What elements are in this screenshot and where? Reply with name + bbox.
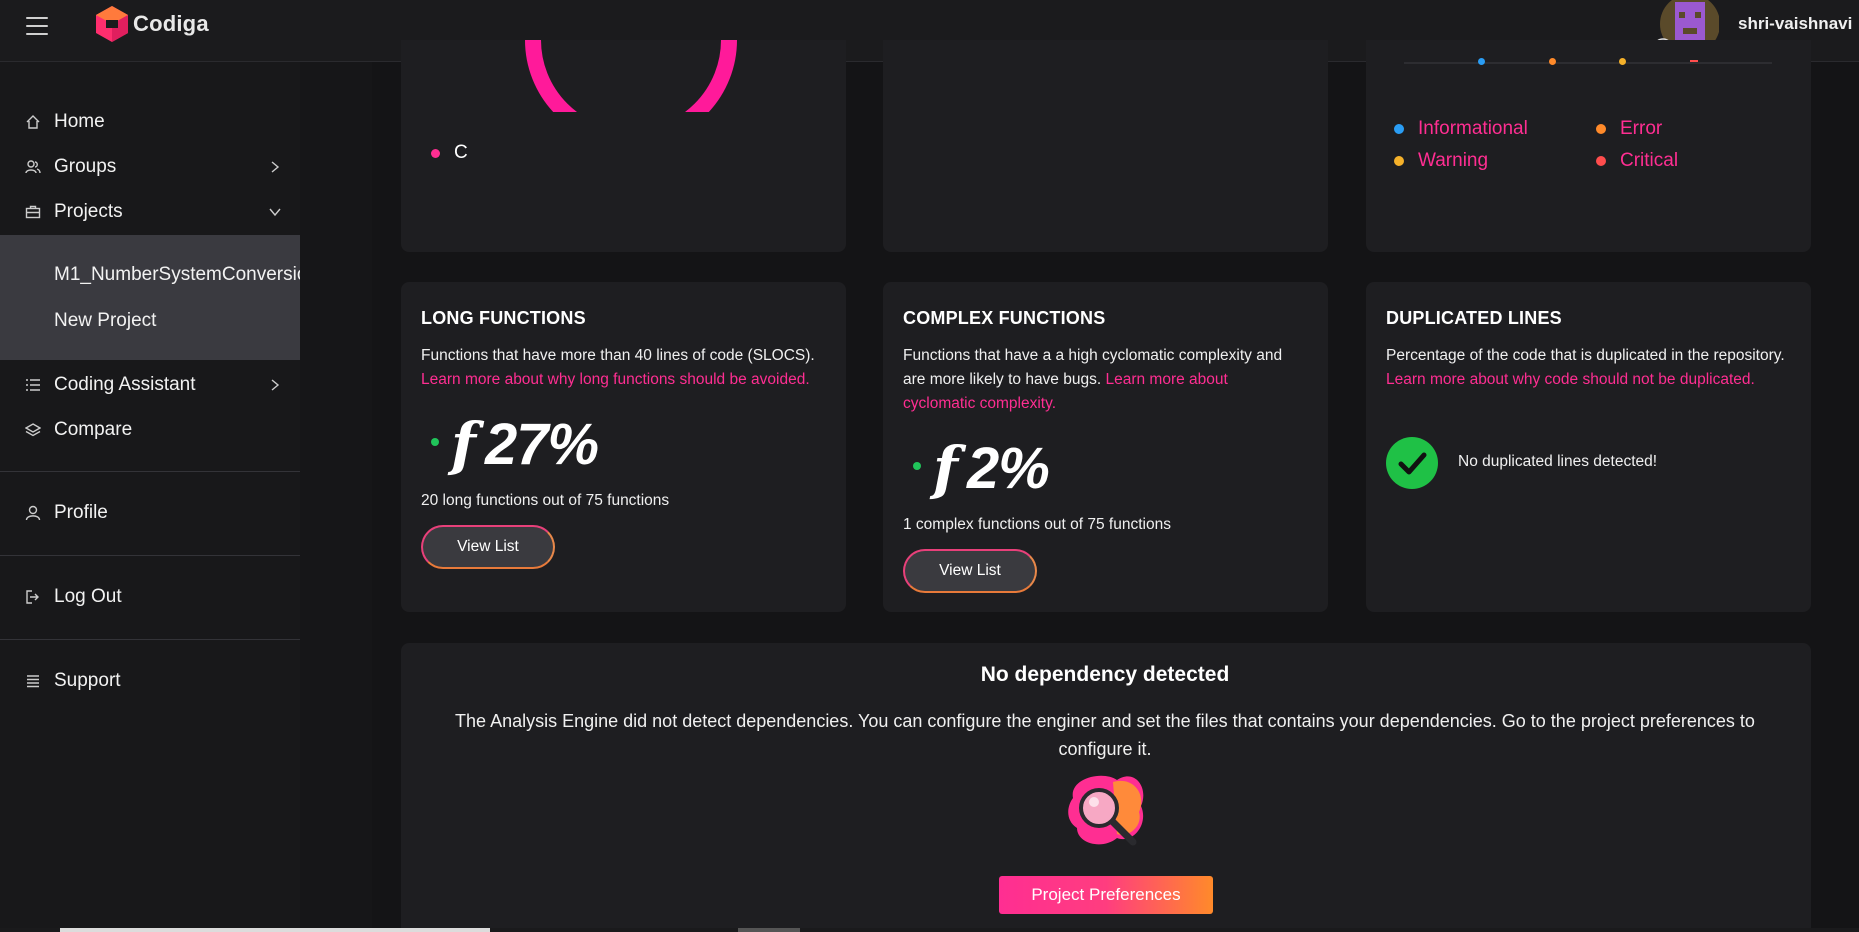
project-item[interactable]: M1_NumberSystemConversion bbox=[54, 264, 300, 286]
view-list-button[interactable]: View List bbox=[903, 549, 1037, 593]
check-circle-icon bbox=[1386, 437, 1438, 489]
sidebar-item-projects[interactable]: Projects bbox=[0, 193, 300, 231]
legend-dot bbox=[431, 148, 440, 158]
duplicated-lines-card: DUPLICATED LINES Percentage of the code … bbox=[1366, 282, 1811, 612]
sidebar-item-profile[interactable]: Profile bbox=[0, 494, 300, 532]
legend-label: Warning bbox=[1418, 150, 1489, 171]
legend-dot bbox=[1394, 124, 1404, 134]
dependencies-description: The Analysis Engine did not detect depen… bbox=[455, 711, 1755, 759]
function-symbol: f bbox=[933, 434, 958, 502]
card-title: LONG FUNCTIONS bbox=[421, 308, 586, 328]
status-dot bbox=[913, 462, 921, 470]
chevron-right-icon bbox=[271, 161, 280, 173]
support-icon bbox=[24, 672, 42, 690]
new-project-item[interactable]: New Project bbox=[54, 310, 300, 332]
magnifier-illustration-icon bbox=[1068, 775, 1144, 846]
legend-warning: Warning bbox=[1394, 150, 1488, 172]
language-legend-item: C bbox=[431, 142, 468, 164]
brand-name: Codiga bbox=[133, 11, 209, 36]
view-list-button[interactable]: View List bbox=[421, 525, 555, 569]
dependencies-title: No dependency detected bbox=[980, 663, 1230, 686]
legend-dot bbox=[1596, 156, 1606, 166]
legend-dot bbox=[1596, 124, 1606, 134]
username[interactable]: shri-vaishnavi bbox=[1738, 14, 1852, 34]
sidebar-item-label: Profile bbox=[54, 502, 108, 523]
sidebar-item-label: Support bbox=[54, 670, 121, 691]
complex-functions-card: COMPLEX FUNCTIONS Functions that have a … bbox=[883, 282, 1328, 612]
violations-card: Informational Error Warning Critical bbox=[1366, 40, 1811, 252]
card-title: DUPLICATED LINES bbox=[1386, 308, 1562, 328]
sidebar-item-label: Log Out bbox=[54, 586, 122, 607]
card-description: Percentage of the code that is duplicate… bbox=[1386, 344, 1786, 392]
long-functions-card: LONG FUNCTIONS Functions that have more … bbox=[401, 282, 846, 612]
logo[interactable]: Codiga bbox=[94, 4, 209, 44]
project-preferences-button[interactable]: Project Preferences bbox=[999, 876, 1213, 914]
list-icon bbox=[24, 376, 42, 394]
function-count: 20 long functions out of 75 functions bbox=[421, 492, 670, 509]
sidebar-item-groups[interactable]: Groups bbox=[0, 148, 300, 186]
scrollbar-thumb-secondary[interactable] bbox=[738, 928, 800, 932]
dependencies-card: No dependency detected The Analysis Engi… bbox=[401, 643, 1811, 928]
long-functions-metric: f 27% bbox=[451, 410, 599, 478]
sidebar-item-logout[interactable]: Log Out bbox=[0, 578, 300, 616]
codiga-logo-icon bbox=[96, 6, 128, 42]
function-symbol: f bbox=[451, 410, 476, 478]
chart-mark bbox=[1690, 60, 1698, 62]
languages-card: C bbox=[401, 40, 846, 252]
chart-axis bbox=[1404, 62, 1772, 64]
sidebar-item-label: Projects bbox=[54, 201, 123, 222]
sidebar-item-label: Coding Assistant bbox=[54, 374, 196, 395]
card-description: Functions that have more than 40 lines o… bbox=[421, 344, 831, 392]
function-count: 1 complex functions out of 75 functions bbox=[903, 516, 1171, 533]
sidebar-item-label: Groups bbox=[54, 156, 117, 177]
legend-label: Critical bbox=[1620, 150, 1679, 171]
complex-functions-metric: f 2% bbox=[933, 434, 1050, 502]
scrollbar-thumb[interactable] bbox=[60, 928, 490, 932]
duplication-status: No duplicated lines detected! bbox=[1458, 453, 1658, 470]
sidebar-item-label: Compare bbox=[54, 419, 133, 440]
divider bbox=[0, 639, 300, 640]
logout-icon bbox=[24, 588, 42, 606]
content-gutter bbox=[300, 62, 372, 932]
user-icon bbox=[24, 504, 42, 522]
legend-label: Informational bbox=[1418, 118, 1528, 139]
middle-top-card bbox=[883, 40, 1328, 252]
legend-label: C bbox=[454, 142, 468, 163]
sidebar-item-compare[interactable]: Compare bbox=[0, 411, 300, 449]
card-description: Functions that have a a high cyclomatic … bbox=[903, 344, 1303, 416]
chevron-down-icon bbox=[269, 208, 281, 217]
chart-mark bbox=[1619, 58, 1626, 65]
chevron-right-icon bbox=[271, 379, 280, 391]
learn-more-link[interactable]: Learn more about why long functions shou… bbox=[421, 371, 810, 388]
briefcase-icon bbox=[24, 203, 42, 221]
menu-icon[interactable] bbox=[26, 17, 48, 35]
status-dot bbox=[431, 438, 439, 446]
chart-mark bbox=[1478, 58, 1485, 65]
metric-value: 27% bbox=[484, 412, 599, 477]
legend-error: Error bbox=[1596, 118, 1662, 140]
sidebar-item-home[interactable]: Home bbox=[0, 103, 300, 141]
legend-informational: Informational bbox=[1394, 118, 1528, 140]
sidebar-item-coding-assistant[interactable]: Coding Assistant bbox=[0, 366, 300, 404]
metric-value: 2% bbox=[966, 436, 1050, 501]
sidebar: Home Groups Projects M1_NumberSystemConv… bbox=[0, 62, 300, 932]
card-title: COMPLEX FUNCTIONS bbox=[903, 308, 1106, 328]
learn-more-link[interactable]: Learn more about why code should not be … bbox=[1386, 371, 1755, 388]
languages-donut-chart bbox=[525, 40, 737, 112]
legend-critical: Critical bbox=[1596, 150, 1678, 172]
sidebar-item-support[interactable]: Support bbox=[0, 662, 300, 700]
projects-submenu bbox=[0, 235, 300, 360]
chart-mark bbox=[1549, 58, 1556, 65]
description-text: Percentage of the code that is duplicate… bbox=[1386, 347, 1785, 364]
sidebar-item-label: Home bbox=[54, 111, 105, 132]
home-icon bbox=[24, 113, 42, 131]
divider bbox=[0, 555, 300, 556]
layers-icon bbox=[24, 421, 42, 439]
description-text: Functions that have more than 40 lines o… bbox=[421, 347, 815, 364]
groups-icon bbox=[24, 158, 42, 176]
legend-label: Error bbox=[1620, 118, 1663, 139]
divider bbox=[0, 471, 300, 472]
legend-dot bbox=[1394, 156, 1404, 166]
